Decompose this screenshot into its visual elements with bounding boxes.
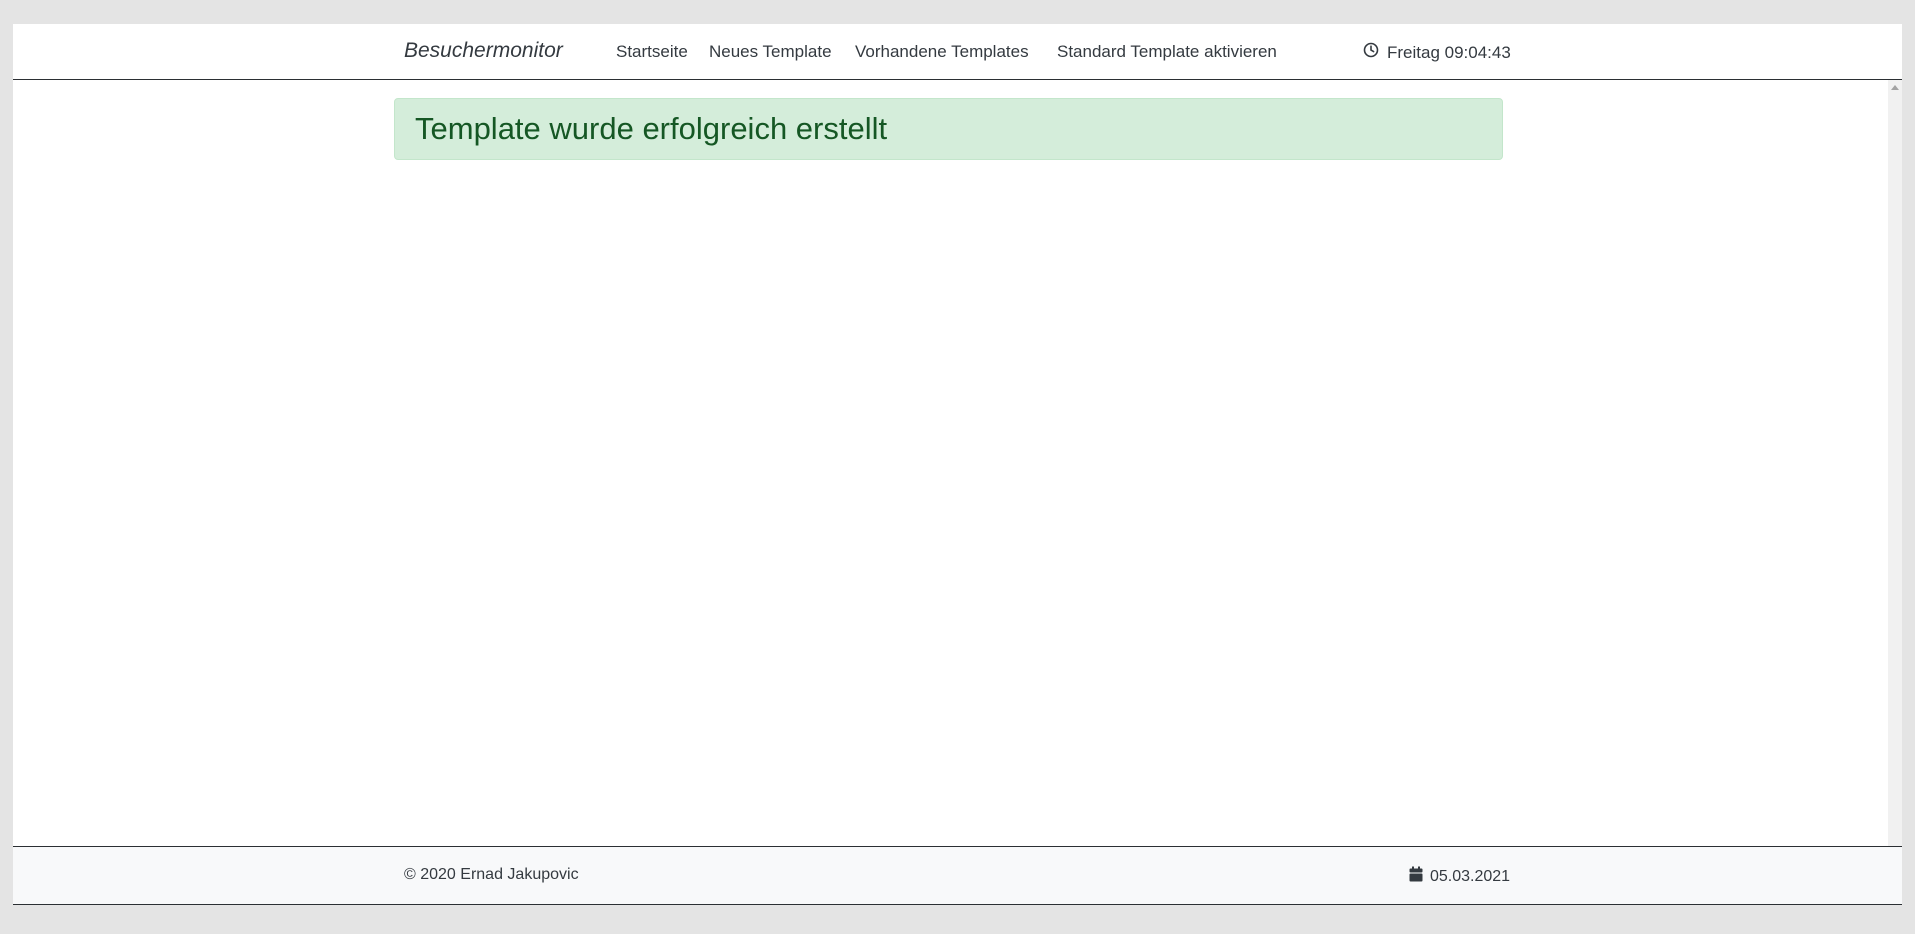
scroll-up-arrow-icon[interactable] (1891, 85, 1899, 90)
nav-link-vorhandene-templates[interactable]: Vorhandene Templates (855, 42, 1029, 62)
main-content: Template wurde erfolgreich erstellt (13, 80, 1888, 846)
nav-link-standard-template-aktivieren[interactable]: Standard Template aktivieren (1057, 42, 1277, 62)
clock-icon (1363, 42, 1387, 63)
nav-link-neues-template[interactable]: Neues Template (709, 42, 832, 62)
success-alert: Template wurde erfolgreich erstellt (394, 98, 1503, 160)
date-text: 05.03.2021 (1430, 867, 1511, 885)
nav-link-startseite[interactable]: Startseite (616, 42, 688, 62)
browser-viewport: Besuchermonitor Startseite Neues Templat… (13, 24, 1902, 905)
top-navbar: Besuchermonitor Startseite Neues Templat… (13, 24, 1902, 80)
page-footer: © 2020 Ernad Jakupovic 05.03.2021 (13, 846, 1902, 905)
brand-link[interactable]: Besuchermonitor (404, 39, 563, 63)
calendar-icon (1409, 866, 1430, 887)
copyright-text: © 2020 Ernad Jakupovic (404, 866, 579, 883)
vertical-scrollbar[interactable] (1888, 80, 1902, 846)
clock-text: Freitag 09:04:43 (1387, 42, 1511, 62)
clock: Freitag 09:04:43 (1363, 42, 1511, 63)
alert-message: Template wurde erfolgreich erstellt (415, 111, 888, 146)
footer-date: 05.03.2021 (1409, 866, 1510, 887)
navbar-container: Besuchermonitor Startseite Neues Templat… (404, 24, 1534, 79)
